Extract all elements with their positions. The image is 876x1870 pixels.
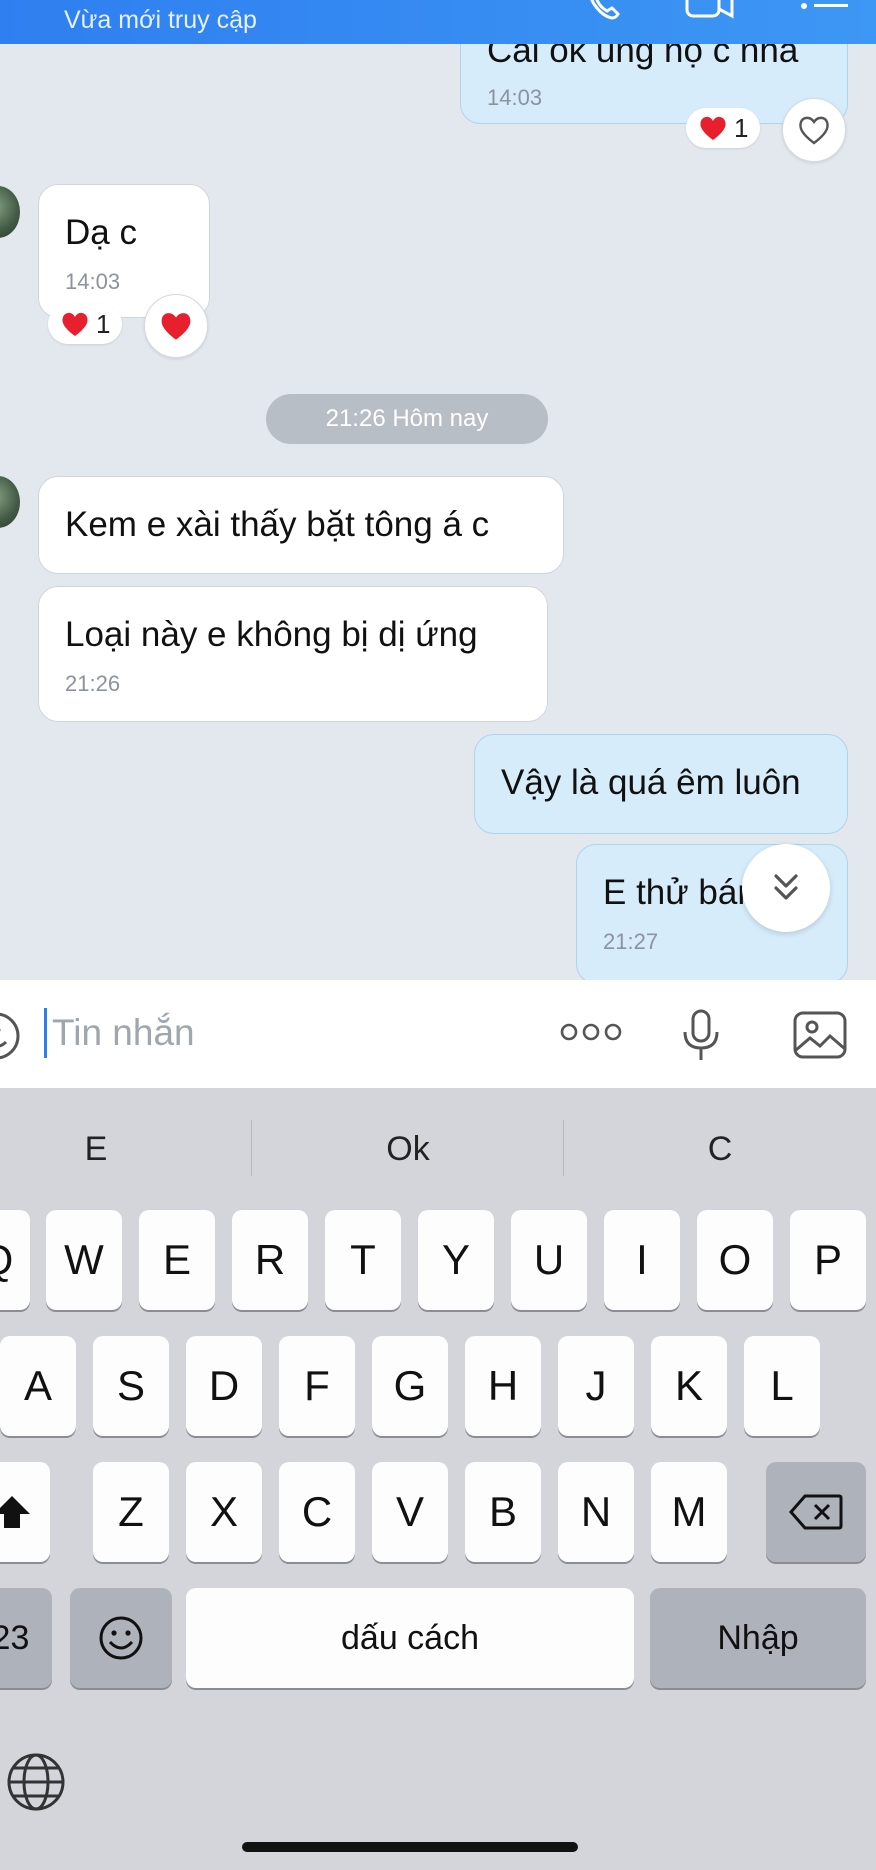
key[interactable]: Y <box>418 1210 494 1310</box>
key[interactable]: T <box>325 1210 401 1310</box>
enter-key[interactable]: Nhập <box>650 1588 866 1688</box>
key[interactable]: K <box>651 1336 727 1436</box>
home-indicator[interactable] <box>242 1842 578 1852</box>
emoji-key[interactable] <box>70 1588 172 1688</box>
key[interactable]: O <box>697 1210 773 1310</box>
chevrons-down-icon <box>774 874 798 900</box>
key[interactable]: D <box>186 1336 262 1436</box>
message-composer: Tin nhắn <box>0 980 876 1089</box>
emoji-icon <box>99 1616 143 1660</box>
key[interactable]: A <box>0 1336 76 1436</box>
message-text: Kem e xài thấy bặt tông á c <box>65 505 490 544</box>
key[interactable]: M <box>651 1462 727 1562</box>
reaction-count: 1 <box>96 308 111 339</box>
online-status: Vừa mới truy cập <box>64 6 257 34</box>
suggestion-item[interactable]: E <box>0 1130 216 1169</box>
image-icon[interactable] <box>792 1010 848 1065</box>
message-incoming[interactable]: Kem e xài thấy bặt tông á c <box>38 476 564 574</box>
message-outgoing[interactable]: Vậy là quá êm luôn <box>474 734 848 834</box>
message-time: 21:26 <box>65 671 121 696</box>
shift-icon <box>0 1496 30 1528</box>
heart-outline-icon <box>799 116 829 145</box>
reaction-count: 1 <box>734 112 749 143</box>
message-time: 14:03 <box>487 85 543 110</box>
key[interactable]: N <box>558 1462 634 1562</box>
message-time: 14:03 <box>65 269 121 294</box>
space-key[interactable]: dấu cách <box>186 1588 634 1688</box>
numbers-key[interactable]: 123 <box>0 1588 52 1688</box>
suggestion-divider <box>251 1120 252 1176</box>
reaction-summary[interactable]: 1 <box>48 304 123 344</box>
message-text: Loại này e không bị dị ứng <box>65 615 478 654</box>
key[interactable]: I <box>604 1210 680 1310</box>
suggestion-item[interactable]: Ok <box>288 1130 528 1169</box>
heart-icon <box>161 313 191 340</box>
suggestion-divider <box>563 1120 564 1176</box>
key[interactable]: P <box>790 1210 866 1310</box>
keyboard: E Ok C Q W E R T Y U I O P A S D F G H J… <box>0 1088 876 1870</box>
react-button[interactable] <box>782 98 846 162</box>
globe-icon[interactable] <box>6 1752 66 1817</box>
more-icon[interactable] <box>560 1020 622 1049</box>
avatar[interactable] <box>0 186 20 238</box>
key[interactable]: X <box>186 1462 262 1562</box>
message-text: E thử bán <box>603 873 757 912</box>
key[interactable]: R <box>232 1210 308 1310</box>
scroll-to-bottom-button[interactable] <box>742 844 830 932</box>
key[interactable]: V <box>372 1462 448 1562</box>
key[interactable]: E <box>139 1210 215 1310</box>
menu-icon[interactable] <box>800 0 850 31</box>
key[interactable]: Q <box>0 1210 30 1310</box>
chat-area[interactable]: Cái ok ủng hộ c nha 14:03 1 Dạ c 14:03 1… <box>0 44 876 980</box>
key[interactable]: H <box>465 1336 541 1436</box>
message-text: Cái ok ủng hộ c nha <box>487 44 799 70</box>
video-icon[interactable] <box>684 0 736 29</box>
message-input[interactable]: Tin nhắn <box>52 1012 195 1054</box>
date-separator: 21:26 Hôm nay <box>266 394 548 444</box>
avatar[interactable] <box>0 476 20 528</box>
backspace-key[interactable] <box>766 1462 866 1562</box>
heart-icon <box>700 116 726 140</box>
key[interactable]: F <box>279 1336 355 1436</box>
text-cursor <box>44 1008 47 1058</box>
key[interactable]: B <box>465 1462 541 1562</box>
shift-key[interactable] <box>0 1462 50 1562</box>
message-time: 21:27 <box>603 929 659 954</box>
microphone-icon[interactable] <box>680 1008 722 1069</box>
message-text: Dạ c <box>65 213 137 252</box>
chat-header: Vừa mới truy cập <box>0 0 876 44</box>
reaction-summary[interactable]: 1 <box>686 108 761 148</box>
key[interactable]: U <box>511 1210 587 1310</box>
key[interactable]: C <box>279 1462 355 1562</box>
sticker-icon[interactable] <box>0 1012 24 1065</box>
key[interactable]: Z <box>93 1462 169 1562</box>
numbers-key-label: 123 <box>0 1618 30 1657</box>
message-incoming[interactable]: Loại này e không bị dị ứng 21:26 <box>38 586 548 722</box>
suggestion-item[interactable]: C <box>600 1130 840 1169</box>
key[interactable]: S <box>93 1336 169 1436</box>
react-button[interactable] <box>144 294 208 358</box>
key[interactable]: G <box>372 1336 448 1436</box>
heart-icon <box>62 312 88 336</box>
key[interactable]: W <box>46 1210 122 1310</box>
message-text: Vậy là quá êm luôn <box>501 763 801 802</box>
key[interactable]: L <box>744 1336 820 1436</box>
key[interactable]: J <box>558 1336 634 1436</box>
backspace-icon <box>789 1494 843 1530</box>
phone-icon[interactable] <box>582 0 624 29</box>
